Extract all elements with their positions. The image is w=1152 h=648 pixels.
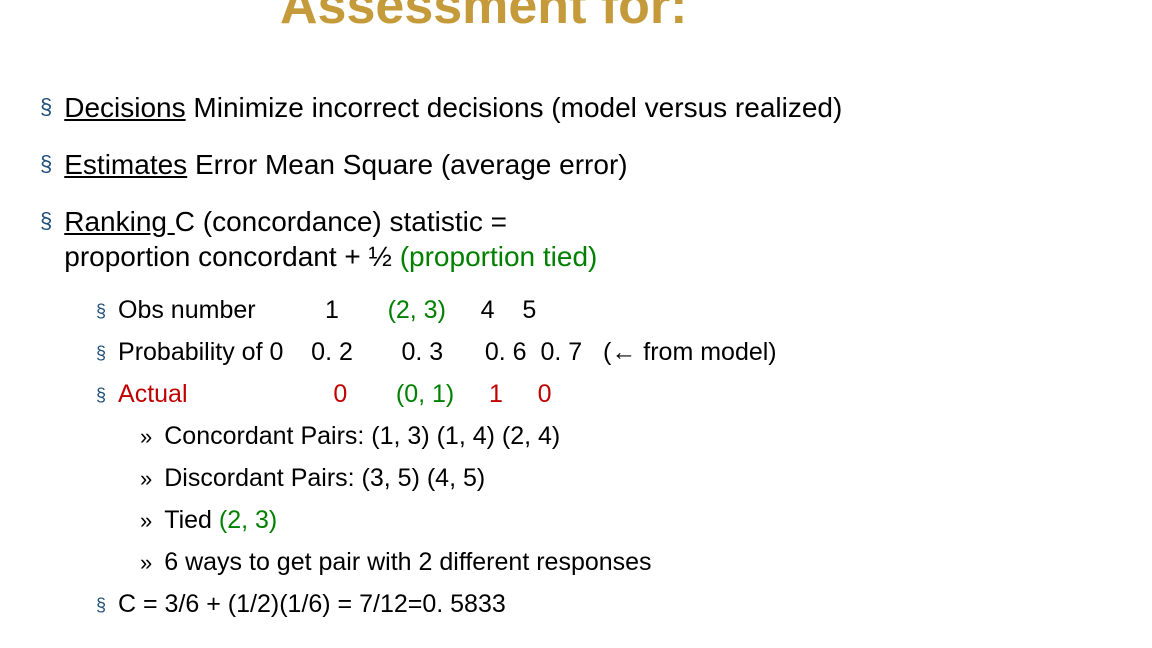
estimates-underline: Estimates (64, 149, 187, 180)
subsub-marker: » (140, 422, 152, 452)
sub-probability: § Probability of 0 0. 2 0. 3 0. 6 0. 7 (… (96, 338, 1142, 368)
ranking-text-a: C (concordance) statistic = (175, 206, 507, 237)
ranking-text-green: (proportion tied) (400, 241, 598, 272)
subsub-marker: » (140, 464, 152, 494)
bullet-decisions: § Decisions Minimize incorrect decisions… (40, 90, 1142, 125)
sub-actual: § Actual 0 (0, 1) 1 0 (96, 380, 1142, 410)
subsub-ways: » 6 ways to get pair with 2 different re… (140, 548, 1142, 578)
ways-text: 6 ways to get pair with 2 different resp… (164, 548, 651, 577)
ranking-text-b: proportion concordant + ½ (64, 241, 399, 272)
discordant-text: Discordant Pairs: (3, 5) (4, 5) (164, 464, 485, 493)
subsub-discordant: » Discordant Pairs: (3, 5) (4, 5) (140, 464, 1142, 494)
slide-title: Assessment for: (280, 0, 687, 32)
subsub-marker: » (140, 548, 152, 578)
actual-green: (0, 1) (396, 380, 454, 408)
left-arrow-icon: ← (611, 338, 636, 366)
obs-label: Obs number 1 (118, 296, 388, 324)
concordant-text: Concordant Pairs: (1, 3) (1, 4) (2, 4) (164, 422, 560, 451)
subsub-concordant: » Concordant Pairs: (1, 3) (1, 4) (2, 4) (140, 422, 1142, 452)
bullet-ranking: § Ranking C (concordance) statistic = pr… (40, 204, 1142, 274)
prob-label: Probability of 0 0. 2 0. 3 0. 6 0. 7 ( (118, 338, 611, 366)
sub-marker: § (96, 296, 106, 326)
bullet-marker: § (40, 90, 52, 124)
obs-green: (2, 3) (388, 296, 446, 324)
ranking-underline: Ranking (64, 206, 175, 237)
decisions-text: Minimize incorrect decisions (model vers… (186, 92, 843, 123)
obs-tail: 4 5 (446, 296, 536, 324)
decisions-underline: Decisions (64, 92, 185, 123)
bullet-estimates: § Estimates Error Mean Square (average e… (40, 147, 1142, 182)
sub-c-calc: § C = 3/6 + (1/2)(1/6) = 7/12=0. 5833 (96, 590, 1142, 620)
actual-label: Actual 0 (118, 380, 396, 408)
actual-tail: 1 0 (454, 380, 551, 408)
bullet-marker: § (40, 147, 52, 181)
sub-obs-number: § Obs number 1 (2, 3) 4 5 (96, 296, 1142, 326)
sub-marker: § (96, 380, 106, 410)
subsub-tied: » Tied (2, 3) (140, 506, 1142, 536)
tied-green: (2, 3) (219, 506, 277, 534)
sub-marker: § (96, 590, 106, 620)
estimates-text: Error Mean Square (average error) (187, 149, 627, 180)
subsub-marker: » (140, 506, 152, 536)
c-calc-text: C = 3/6 + (1/2)(1/6) = 7/12=0. 5833 (118, 590, 506, 619)
content-area: § Decisions Minimize incorrect decisions… (40, 90, 1142, 632)
sub-marker: § (96, 338, 106, 368)
bullet-marker: § (40, 204, 52, 238)
tied-pre: Tied (164, 506, 219, 534)
prob-tail: from model) (636, 338, 776, 366)
